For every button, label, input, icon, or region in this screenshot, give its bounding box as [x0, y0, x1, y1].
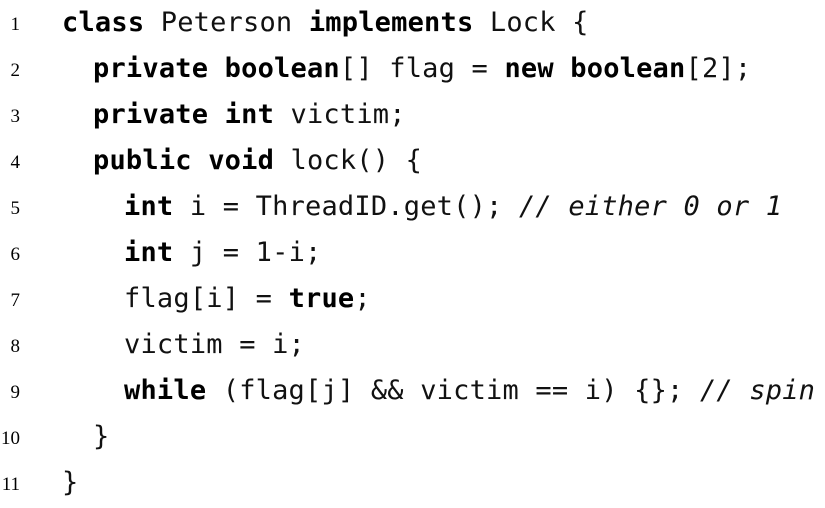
line-number: 1	[10, 14, 21, 35]
line-number: 6	[10, 244, 21, 265]
code-text: int i = ThreadID.get(); // either 0 or 1	[124, 184, 782, 230]
code-line: 4 public void lock() {	[0, 138, 825, 184]
code-line: 7 flag[i] = true;	[0, 276, 825, 322]
code-line: 3 private int victim;	[0, 92, 825, 138]
line-number: 10	[1, 428, 20, 449]
code-line: 8 victim = i;	[0, 322, 825, 368]
line-number: 5	[10, 198, 21, 219]
code-line: 9 while (flag[j] && victim == i) {}; // s…	[0, 368, 825, 414]
code-token: }	[62, 467, 79, 498]
line-number: 4	[10, 152, 21, 173]
code-token: victim;	[274, 99, 406, 130]
code-token: lock() {	[274, 145, 423, 176]
code-token: [2];	[685, 53, 752, 84]
keyword: class	[62, 7, 145, 38]
code-token: i = ThreadID.get();	[173, 191, 519, 222]
keyword: void	[208, 145, 275, 176]
code-token: ;	[354, 283, 371, 314]
keyword: int	[124, 191, 174, 222]
code-line: 1 class Peterson implements Lock {	[0, 0, 825, 46]
line-number: 11	[1, 474, 20, 495]
code-text: }	[62, 460, 78, 506]
code-token: }	[93, 421, 110, 452]
code-token: [] flag =	[339, 53, 505, 84]
code-token: j = 1-i;	[173, 237, 322, 268]
line-number: 3	[10, 106, 21, 127]
code-text: class Peterson implements Lock {	[62, 0, 589, 46]
code-text: private int victim;	[93, 92, 406, 138]
code-text: public void lock() {	[93, 138, 422, 184]
code-listing: 1 class Peterson implements Lock { 2 privat…	[0, 0, 825, 498]
keyword: implements	[308, 7, 474, 38]
line-number: 9	[10, 382, 21, 403]
code-text: while (flag[j] && victim == i) {}; // sp…	[124, 368, 815, 414]
code-text: private boolean[] flag = new boolean[2];	[93, 46, 751, 92]
keyword: new	[504, 53, 554, 84]
code-text: }	[93, 414, 109, 460]
code-line: 5 int i = ThreadID.get(); // either 0 or …	[0, 184, 825, 230]
code-text: victim = i;	[124, 322, 305, 368]
code-text: int j = 1-i;	[124, 230, 321, 276]
code-line: 10}	[0, 414, 825, 460]
keyword: while	[124, 375, 207, 406]
keyword: public	[93, 145, 192, 176]
code-token: Lock {	[473, 7, 589, 38]
line-number: 2	[10, 60, 21, 81]
code-line: 6 int j = 1-i;	[0, 230, 825, 276]
code-line: 2 private boolean[] flag = new boolean[2]…	[0, 46, 825, 92]
keyword: boolean	[570, 53, 686, 84]
code-text: flag[i] = true;	[124, 276, 371, 322]
code-token: victim = i;	[124, 329, 306, 360]
keyword: private	[93, 53, 209, 84]
line-number: 8	[10, 336, 21, 357]
comment: // either 0 or 1	[518, 191, 783, 222]
code-line: 11}	[0, 460, 825, 506]
code-token: flag[i] =	[124, 283, 289, 314]
code-token: (flag[j] && victim == i) {};	[206, 375, 700, 406]
comment: // spin	[699, 375, 816, 406]
line-number: 7	[10, 290, 21, 311]
keyword: int	[124, 237, 174, 268]
keyword: boolean	[224, 53, 340, 84]
keyword: private	[93, 99, 209, 130]
keyword: true	[288, 283, 355, 314]
keyword: int	[224, 99, 275, 130]
code-token: Peterson	[144, 7, 309, 38]
